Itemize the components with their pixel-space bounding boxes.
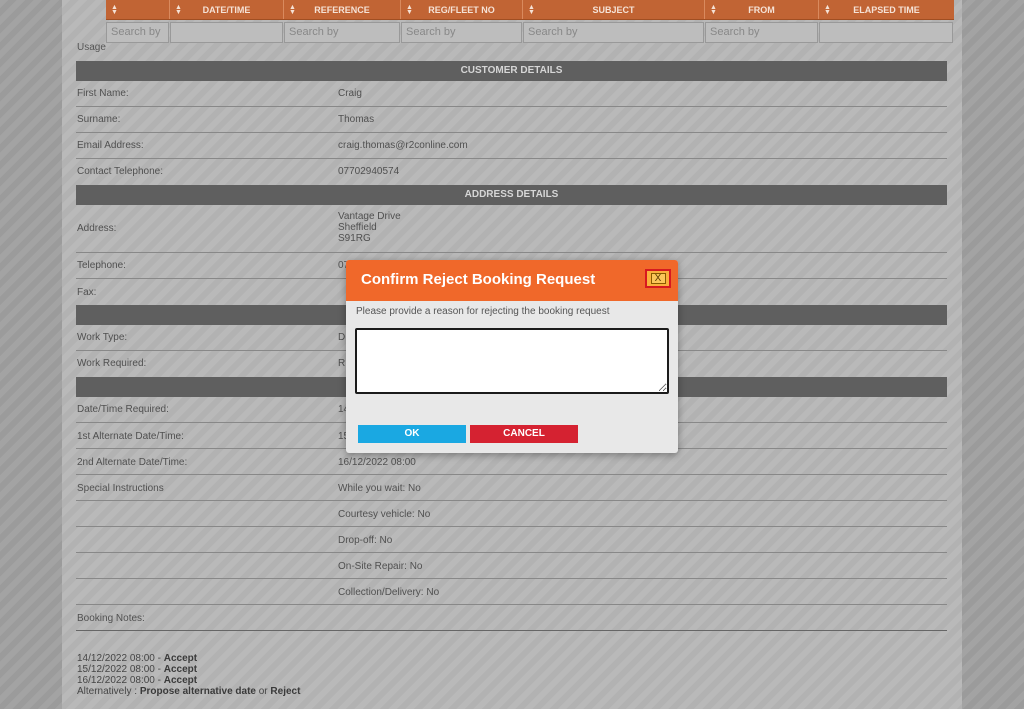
detail-label: 2nd Alternate Date/Time: [77,457,188,468]
detail-label: Work Required: [77,358,147,369]
sort-icon: ▲ ▼ [111,4,118,16]
detail-row: Booking Notes: [76,605,947,631]
note-line: 14/12/2022 08:00 - Accept [77,653,198,664]
search-input[interactable]: Search by [284,22,400,43]
detail-label: Email Address: [77,140,144,151]
detail-label: First Name: [77,88,129,99]
customer-details-header: CUSTOMER DETAILS [76,61,947,81]
detail-label: Contact Telephone: [77,166,163,177]
search-input[interactable]: Search by [401,22,522,43]
usage-label: Usage [77,42,106,53]
grid-col-subject[interactable]: ▲ ▼ SUBJECT [523,0,705,19]
detail-label: Work Type: [77,332,128,343]
search-input[interactable] [819,22,953,43]
reject-link[interactable]: Reject [270,686,300,697]
detail-value: 16/12/2022 08:00 [338,457,416,468]
detail-label: Fax: [77,287,97,298]
search-input[interactable] [170,22,283,43]
reject-booking-modal: Confirm Reject Booking Request X Please … [346,260,678,453]
search-input[interactable]: Search by [106,22,169,43]
address-value: Vantage Drive Sheffield S91RG [338,211,401,244]
detail-value[interactable]: craig.thomas@r2conline.com [338,140,468,151]
detail-value: 07702940574 [338,166,400,177]
sort-icon: ▲ ▼ [710,4,717,16]
detail-value: D [338,332,346,343]
detail-row: Email Address: craig.thomas@r2conline.co… [76,133,947,159]
detail-row: First Name: Craig [76,81,947,107]
sort-icon: ▲ ▼ [406,4,413,16]
ok-button[interactable]: OK [358,425,466,443]
close-button[interactable]: X [645,269,671,288]
grid-col-reg-fleet[interactable]: ▲ ▼ REG/FLEET NO [401,0,523,19]
address-details-header: ADDRESS DETAILS [76,185,947,205]
detail-value: Collection/Delivery: No [338,587,440,598]
grid-header: ▲ ▼ ▲ ▼ DATE/TIME ▲ ▼ REFERENCE ▲ ▼ REG/FLEET N… [106,0,954,20]
grid-col-elapsed[interactable]: ▲ ▼ ELAPSED TIME [819,0,954,19]
reject-reason-input[interactable] [355,328,669,394]
detail-row: Special Instructions While you wait: No [76,475,947,501]
note-line: 16/12/2022 08:00 - Accept [77,675,198,686]
booking-notes: 14/12/2022 08:00 - Accept 15/12/2022 08:… [77,653,300,697]
detail-label: Date/Time Required: [77,404,169,415]
propose-alternative-link[interactable]: Propose alternative date [140,686,256,697]
detail-value: On-Site Repair: No [338,561,423,572]
detail-value: Craig [338,88,362,99]
detail-row: Address: Vantage Drive Sheffield S91RG [76,205,947,253]
sort-icon: ▲ ▼ [824,4,831,16]
detail-row: On-Site Repair: No [76,553,947,579]
reject-reason-prompt: Please provide a reason for rejecting th… [356,306,610,317]
grid-search-row: Search by Search by Search by Search by … [106,22,954,43]
accept-link[interactable]: Accept [164,675,197,686]
detail-label: 1st Alternate Date/Time: [77,431,184,442]
cancel-button[interactable]: CANCEL [470,425,578,443]
detail-label: Address: [77,223,117,234]
detail-row: Drop-off: No [76,527,947,553]
detail-label: Special Instructions [77,483,164,494]
detail-row: Courtesy vehicle: No [76,501,947,527]
detail-label: Booking Notes: [77,613,145,624]
search-input[interactable]: Search by [523,22,704,43]
detail-row: Contact Telephone: 07702940574 [76,159,947,185]
detail-value: Courtesy vehicle: No [338,509,431,520]
modal-title: Confirm Reject Booking Request [361,271,596,288]
accept-link[interactable]: Accept [164,664,197,675]
note-line: 15/12/2022 08:00 - Accept [77,664,198,675]
detail-value: R [338,358,346,369]
detail-row: Surname: Thomas [76,107,947,133]
grid-col-select[interactable]: ▲ ▼ [106,0,170,19]
sort-icon: ▲ ▼ [175,4,182,16]
detail-value: Thomas [338,114,375,125]
accept-link[interactable]: Accept [164,653,197,664]
grid-col-reference[interactable]: ▲ ▼ REFERENCE [284,0,401,19]
sort-icon: ▲ ▼ [289,4,296,16]
close-icon: X [650,273,666,284]
sort-icon: ▲ ▼ [528,4,535,16]
detail-label: Telephone: [77,260,126,271]
detail-row: Collection/Delivery: No [76,579,947,605]
alternatively-line: Alternatively : Propose alternative date… [77,686,301,697]
modal-header: Confirm Reject Booking Request X [346,260,678,301]
search-input[interactable]: Search by [705,22,818,43]
grid-col-datetime[interactable]: ▲ ▼ DATE/TIME [170,0,284,19]
detail-value: While you wait: No [338,483,421,494]
detail-value: Drop-off: No [338,535,393,546]
detail-label: Surname: [77,114,121,125]
grid-col-from[interactable]: ▲ ▼ FROM [705,0,819,19]
